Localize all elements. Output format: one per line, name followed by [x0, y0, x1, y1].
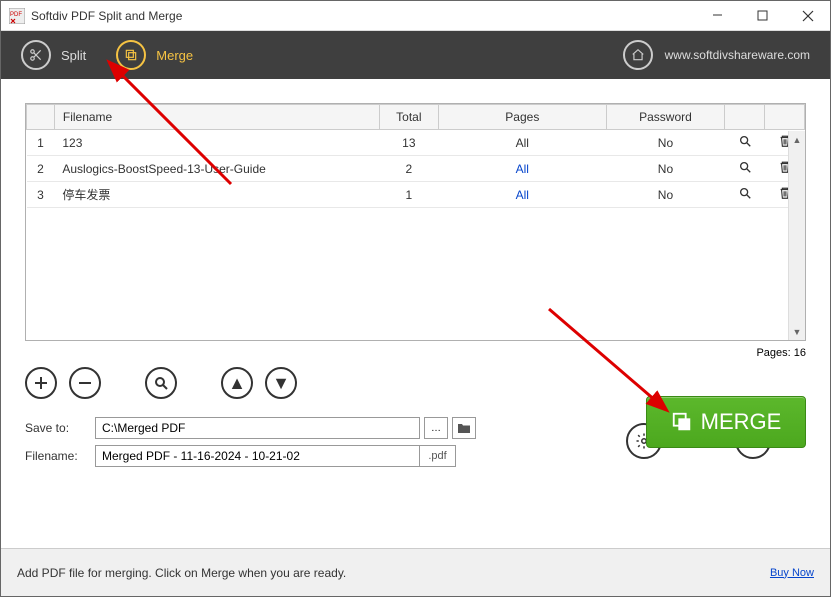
row-preview-button[interactable] [725, 130, 765, 156]
table-scrollbar[interactable]: ▲ ▼ [788, 131, 805, 340]
row-pages[interactable]: All [439, 156, 606, 182]
col-delete [765, 105, 805, 130]
preview-button[interactable] [145, 367, 177, 399]
magnifier-icon [738, 186, 752, 200]
col-index[interactable] [27, 105, 55, 130]
merge-label: Merge [156, 48, 193, 63]
website-url: www.softdivshareware.com [665, 48, 810, 62]
col-total[interactable]: Total [379, 105, 439, 130]
merge-stack-icon [671, 411, 693, 433]
minimize-button[interactable] [695, 1, 740, 30]
add-button[interactable] [25, 367, 57, 399]
row-preview-button[interactable] [725, 182, 765, 208]
row-index: 3 [27, 182, 55, 208]
buy-now-link[interactable]: Buy Now [770, 567, 814, 579]
col-pages[interactable]: Pages [439, 105, 606, 130]
scroll-down-icon[interactable]: ▼ [789, 323, 805, 340]
save-to-label: Save to: [25, 421, 95, 435]
row-total: 1 [379, 182, 439, 208]
split-label: Split [61, 48, 86, 63]
col-password[interactable]: Password [606, 105, 725, 130]
magnifier-icon [738, 134, 752, 148]
move-down-button[interactable]: ▼ [265, 367, 297, 399]
merge-stack-icon [116, 40, 146, 70]
pages-total: Pages: 16 [1, 341, 830, 359]
row-filename: 停车发票 [54, 182, 379, 208]
row-pages: All [439, 130, 606, 156]
row-total: 13 [379, 130, 439, 156]
table-row[interactable]: 112313AllNo [27, 130, 805, 156]
main-toolbar: Split Merge www.softdivshareware.com [1, 31, 830, 79]
status-bar: Add PDF file for merging. Click on Merge… [1, 548, 830, 596]
table-row[interactable]: 2Auslogics-BoostSpeed-13-User-Guide2AllN… [27, 156, 805, 182]
col-filename[interactable]: Filename [54, 105, 379, 130]
app-logo-icon: PDF [9, 8, 25, 24]
table-row[interactable]: 3停车发票1AllNo [27, 182, 805, 208]
row-total: 2 [379, 156, 439, 182]
row-filename: 123 [54, 130, 379, 156]
action-buttons: ▲ ▼ [1, 359, 830, 399]
magnifier-icon [738, 160, 752, 174]
row-filename: Auslogics-BoostSpeed-13-User-Guide [54, 156, 379, 182]
row-password: No [606, 130, 725, 156]
col-preview [725, 105, 765, 130]
website-link[interactable]: www.softdivshareware.com [623, 40, 810, 70]
filename-input[interactable] [95, 445, 420, 467]
scroll-up-icon[interactable]: ▲ [789, 131, 805, 148]
row-password: No [606, 182, 725, 208]
row-password: No [606, 156, 725, 182]
file-table: Filename Total Pages Password 112313AllN… [25, 103, 806, 341]
window-title: Softdiv PDF Split and Merge [31, 9, 695, 23]
status-text: Add PDF file for merging. Click on Merge… [17, 566, 346, 580]
home-icon [623, 40, 653, 70]
window-controls [695, 1, 830, 30]
filename-label: Filename: [25, 449, 95, 463]
browse-path-button[interactable]: … [424, 417, 448, 439]
scissors-icon [21, 40, 51, 70]
merge-button[interactable]: MERGE [646, 396, 806, 448]
row-index: 1 [27, 130, 55, 156]
row-index: 2 [27, 156, 55, 182]
split-tab[interactable]: Split [21, 40, 86, 70]
row-pages[interactable]: All [439, 182, 606, 208]
svg-text:PDF: PDF [10, 12, 22, 18]
open-folder-button[interactable] [452, 417, 476, 439]
close-button[interactable] [785, 1, 830, 30]
remove-button[interactable] [69, 367, 101, 399]
save-to-input[interactable] [95, 417, 420, 439]
maximize-button[interactable] [740, 1, 785, 30]
file-extension: .pdf [420, 445, 456, 467]
row-preview-button[interactable] [725, 156, 765, 182]
merge-tab[interactable]: Merge [116, 40, 193, 70]
merge-button-label: MERGE [701, 409, 782, 435]
move-up-button[interactable]: ▲ [221, 367, 253, 399]
window-titlebar: PDF Softdiv PDF Split and Merge [1, 1, 830, 31]
